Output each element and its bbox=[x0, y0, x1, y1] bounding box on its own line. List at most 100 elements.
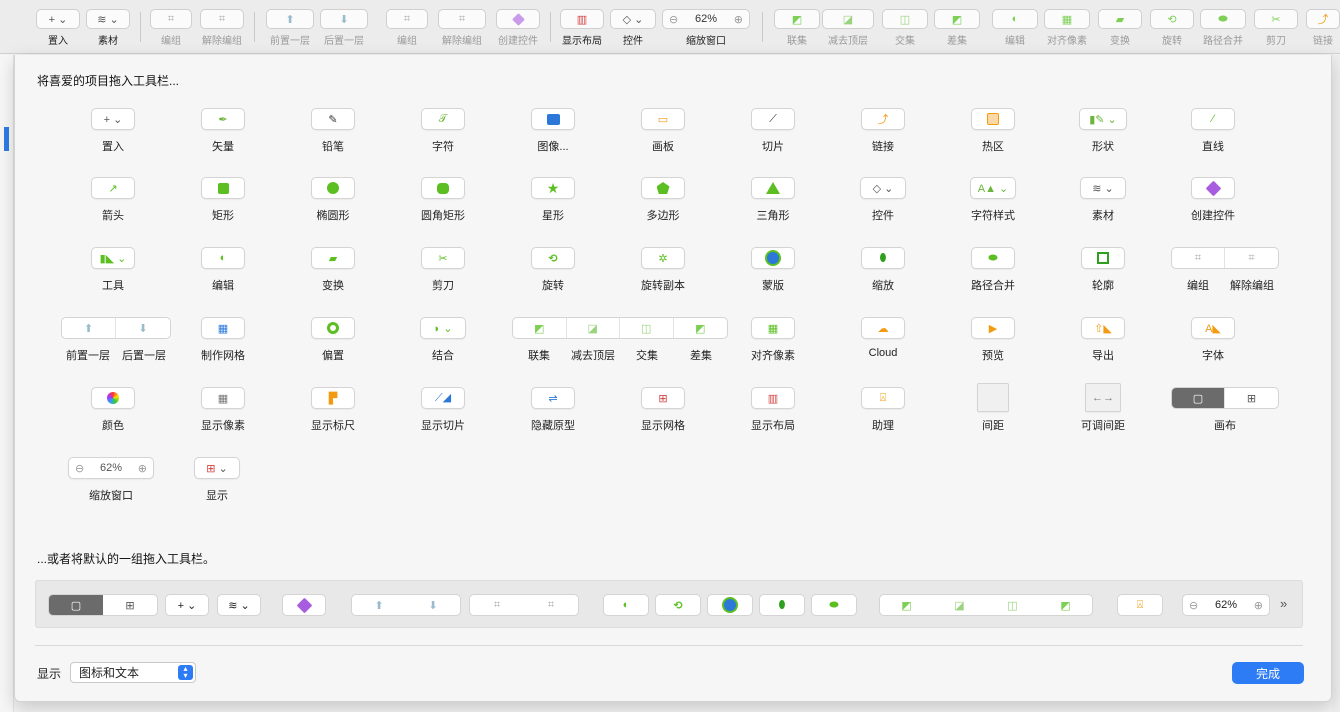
palette-transform[interactable]: ▰ 变换 bbox=[303, 247, 363, 293]
palette-create-symbol[interactable]: 创建控件 bbox=[1183, 177, 1243, 223]
toolbar-backward[interactable]: ⬇ 后置一层 bbox=[320, 9, 368, 47]
bell-icon[interactable]: ⍓ bbox=[1117, 594, 1163, 616]
palette-tools[interactable]: ▮◣ ⌄ 工具 bbox=[83, 247, 143, 293]
palette-outline[interactable]: 轮廓 bbox=[1073, 247, 1133, 293]
canvas-segment[interactable]: ▢ ⊞ bbox=[48, 594, 158, 616]
palette-cloud[interactable]: ☁ Cloud bbox=[853, 317, 913, 359]
arrange-segment[interactable]: ⬆ ⬇ bbox=[351, 594, 461, 616]
intersect-icon[interactable]: ◫ bbox=[620, 318, 674, 338]
toolbar-subtract[interactable]: ◪ 减去顶层 bbox=[822, 9, 874, 47]
canvas-icon[interactable]: ▢ bbox=[1172, 388, 1226, 408]
palette-mask[interactable]: 蒙版 bbox=[743, 247, 803, 293]
palette-assistants[interactable]: ⍓ 助理 bbox=[853, 387, 913, 433]
palette-shape[interactable]: ▮✎ ⌄ 形状 bbox=[1071, 108, 1135, 154]
palette-show-pixels[interactable]: ▦ 显示像素 bbox=[193, 387, 253, 433]
palette-show-layout[interactable]: ▥ 显示布局 bbox=[743, 387, 803, 433]
toolbar-scissors[interactable]: ✂ 剪刀 bbox=[1254, 9, 1298, 47]
toolbar-group-2[interactable]: ⌗ 编组 bbox=[386, 9, 428, 47]
zoom-out-icon[interactable]: ⊖ bbox=[75, 462, 84, 475]
toolbar-edit[interactable]: ◐ 编辑 bbox=[992, 9, 1038, 47]
palette-pixel-align[interactable]: ▦ 对齐像素 bbox=[743, 317, 803, 363]
palette-show-rulers[interactable]: ▛ 显示标尺 bbox=[303, 387, 363, 433]
toolbar-ungroup-2[interactable]: ⌗ 解除编组 bbox=[438, 9, 486, 47]
palette-scale[interactable]: ⬮ 缩放 bbox=[853, 247, 913, 293]
ungroup-icon[interactable]: ⌗ bbox=[1225, 248, 1278, 268]
zoom-control[interactable]: ⊖ 62% ⊕ bbox=[1182, 594, 1270, 616]
toolbar-pixel-align[interactable]: ▦ 对齐像素 bbox=[1044, 9, 1090, 47]
edit-icon[interactable]: ◐ bbox=[603, 594, 649, 616]
difference-icon[interactable]: ◩ bbox=[674, 318, 728, 338]
show-mode-select[interactable]: 图标和文本 ▴ ▾ bbox=[70, 662, 196, 683]
grid-view-icon[interactable]: ⊞ bbox=[1225, 388, 1278, 408]
bring-forward-icon[interactable]: ⬆ bbox=[62, 318, 117, 338]
union-icon[interactable]: ◩ bbox=[513, 318, 567, 338]
toolbar-group[interactable]: ⌗ 编组 bbox=[150, 9, 192, 47]
palette-polygon[interactable]: 多边形 bbox=[633, 177, 693, 223]
palette-forward-backward[interactable]: ⬆ ⬇ 前置一层 后置一层 bbox=[61, 317, 171, 363]
palette-hotspot[interactable]: 热区 bbox=[963, 108, 1023, 154]
palette-star[interactable]: ★ 星形 bbox=[523, 177, 583, 223]
flatten-icon[interactable]: ⬬ bbox=[811, 594, 857, 616]
toolbar-zoom[interactable]: ⊖ 62% ⊕ 缩放窗口 bbox=[662, 9, 750, 47]
toolbar-show-layout[interactable]: ▥ 显示布局 bbox=[560, 9, 604, 47]
toolbar-difference[interactable]: ◩ 差集 bbox=[934, 9, 980, 47]
mask-icon[interactable] bbox=[707, 594, 753, 616]
toolbar-flatten[interactable]: ⬬ 路径合并 bbox=[1200, 9, 1246, 47]
palette-image[interactable]: 图像... bbox=[523, 108, 583, 154]
toolbar-rotate[interactable]: ⟲ 旋转 bbox=[1150, 9, 1194, 47]
palette-assets[interactable]: ≋ ⌄ 素材 bbox=[1073, 177, 1133, 223]
palette-show-grid[interactable]: ⊞ 显示网格 bbox=[633, 387, 693, 433]
toolbar-create-symbol[interactable]: 创建控件 bbox=[496, 9, 540, 47]
send-backward-icon[interactable]: ⬇ bbox=[116, 318, 170, 338]
palette-view[interactable]: ⊞ ⌄ 显示 bbox=[193, 457, 241, 503]
palette-fonts[interactable]: A◣ 字体 bbox=[1183, 317, 1243, 363]
palette-text[interactable]: 𝒯 字符 bbox=[413, 108, 473, 154]
palette-link[interactable]: ⤴ 链接 bbox=[853, 108, 913, 154]
palette-show-slices[interactable]: ⟋◢ 显示切片 bbox=[413, 387, 473, 433]
done-button[interactable]: 完成 bbox=[1232, 662, 1304, 684]
palette-rectangle[interactable]: 矩形 bbox=[193, 177, 253, 223]
palette-vector[interactable]: ✒ 矢量 bbox=[193, 108, 253, 154]
palette-space[interactable]: 间距 bbox=[963, 383, 1023, 433]
toolbar-assets[interactable]: ≋ ⌄ 素材 bbox=[86, 9, 130, 47]
toolbar-symbols[interactable]: ◇ ⌄ 控件 bbox=[610, 9, 656, 47]
palette-offset[interactable]: 偏置 bbox=[303, 317, 363, 363]
palette-insert[interactable]: + ⌄ 置入 bbox=[83, 108, 143, 154]
palette-combine[interactable]: ◗ ⌄ 结合 bbox=[413, 317, 473, 363]
palette-hide-prototyping[interactable]: ⇌ 隐藏原型 bbox=[523, 387, 583, 433]
plus-icon[interactable]: + ⌄ bbox=[165, 594, 209, 616]
zoom-in-icon[interactable]: ⊕ bbox=[138, 462, 147, 475]
palette-boolean-ops[interactable]: ◩ ◪ ◫ ◩ 联集 减去顶层 交集 差集 bbox=[512, 317, 728, 363]
palette-colors[interactable]: 颜色 bbox=[83, 387, 143, 433]
subtract-icon[interactable]: ◪ bbox=[567, 318, 620, 338]
palette-group-ungroup[interactable]: ⌗ ⌗ 编组 解除编组 bbox=[1170, 247, 1280, 293]
palette-arrow[interactable]: ↗ 箭头 bbox=[83, 177, 143, 223]
toolbar-union[interactable]: ◩ 联集 bbox=[774, 9, 820, 47]
boolean-segment[interactable]: ◩ ◪ ◫ ◩ bbox=[879, 594, 1093, 616]
palette-pencil[interactable]: ✎ 铅笔 bbox=[303, 108, 363, 154]
toolbar-insert[interactable]: + ⌄ 置入 bbox=[36, 9, 80, 47]
toolbar-link[interactable]: ⤴ 链接 bbox=[1306, 9, 1340, 47]
symbol-diamond-icon[interactable] bbox=[282, 594, 326, 616]
palette-line[interactable]: ⁄ 直线 bbox=[1183, 108, 1243, 154]
toolbar-ungroup[interactable]: ⌗ 解除编组 bbox=[200, 9, 244, 47]
palette-edit[interactable]: ◐ 编辑 bbox=[193, 247, 253, 293]
palette-rotate-copies[interactable]: ✲ 旋转副本 bbox=[629, 247, 697, 293]
palette-flatten[interactable]: ⬬ 路径合并 bbox=[963, 247, 1023, 293]
group-segment[interactable]: ⌗ ⌗ bbox=[469, 594, 579, 616]
rotate-icon[interactable]: ⟲ bbox=[655, 594, 701, 616]
toolbar-transform[interactable]: ▰ 变换 bbox=[1098, 9, 1142, 47]
palette-canvas[interactable]: ▢ ⊞ 画布 bbox=[1170, 387, 1280, 433]
palette-export[interactable]: ⇧◣ 导出 bbox=[1073, 317, 1133, 363]
scale-icon[interactable]: ⬮ bbox=[759, 594, 805, 616]
palette-scissors[interactable]: ✂ 剪刀 bbox=[413, 247, 473, 293]
palette-rounded-rect[interactable]: 圆角矩形 bbox=[413, 177, 473, 223]
palette-flexible-space[interactable]: ←→ 可调间距 bbox=[1073, 383, 1133, 433]
palette-artboard[interactable]: ▭ 画板 bbox=[633, 108, 693, 154]
palette-oval[interactable]: 椭圆形 bbox=[303, 177, 363, 223]
palette-zoom[interactable]: ⊖ 62% ⊕ 缩放窗口 bbox=[67, 457, 155, 503]
palette-symbols[interactable]: ◇ ⌄ 控件 bbox=[853, 177, 913, 223]
palette-triangle[interactable]: 三角形 bbox=[743, 177, 803, 223]
palette-preview[interactable]: ▶ 预览 bbox=[963, 317, 1023, 363]
group-icon[interactable]: ⌗ bbox=[1172, 248, 1226, 268]
